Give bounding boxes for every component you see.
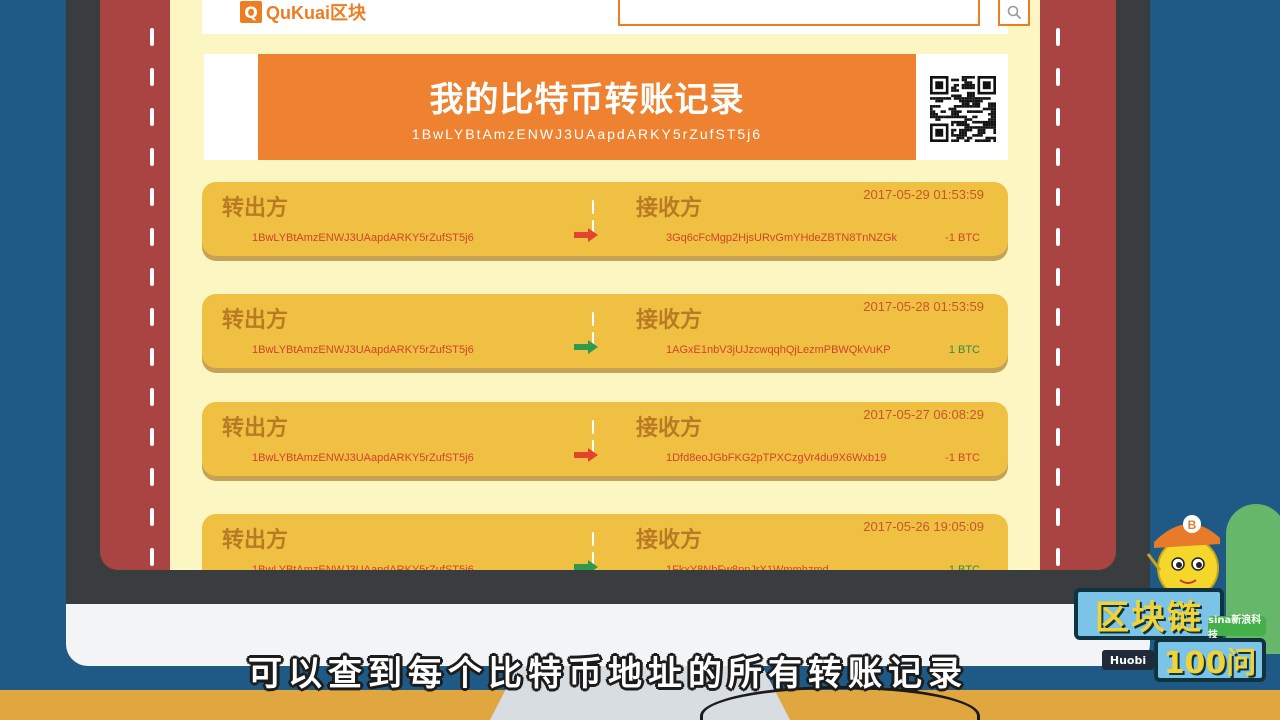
arrow-right-out-icon bbox=[574, 448, 598, 462]
arrow-right-in-icon bbox=[574, 560, 598, 570]
road-dash bbox=[1056, 308, 1060, 326]
arrow-right-out-icon bbox=[574, 228, 598, 242]
road-dash bbox=[150, 28, 154, 46]
divider-tick bbox=[592, 200, 594, 214]
road-dash bbox=[1056, 428, 1060, 446]
road-dash bbox=[1056, 148, 1060, 166]
show-logo: 区块链 sina新浪科技 Huobi 100问 bbox=[1074, 588, 1266, 686]
monitor-screen: Q QuKuai区块 我的比特币转账记录 1BwLYBtAmzENWJ3UAap… bbox=[100, 0, 1116, 570]
receiver-label: 接收方 bbox=[636, 416, 703, 441]
receiver-label: 接收方 bbox=[636, 528, 703, 553]
site-header: Q QuKuai区块 bbox=[202, 0, 1030, 34]
receiver-label: 接收方 bbox=[636, 308, 703, 333]
road-dash bbox=[150, 548, 154, 566]
road-dash bbox=[1056, 188, 1060, 206]
road-dash bbox=[150, 508, 154, 526]
sender-address[interactable]: 1BwLYBtAmzENWJ3UAapdARKY5rZufST5j6 bbox=[252, 564, 474, 570]
transaction-amount: -1 BTC bbox=[945, 232, 980, 244]
road-dash bbox=[150, 308, 154, 326]
monitor-bezel-bottom bbox=[66, 572, 1150, 604]
road-dash bbox=[1056, 548, 1060, 566]
road-dash bbox=[150, 148, 154, 166]
road-dash bbox=[1056, 68, 1060, 86]
receiver-address[interactable]: 3Gq6cFcMgp2HjsURvGmYHdeZBTN8TnNZGk bbox=[666, 232, 897, 244]
banner-panel: 我的比特币转账记录 1BwLYBtAmzENWJ3UAapdARKY5rZufS… bbox=[258, 54, 916, 160]
transaction-time: 2017-05-29 01:53:59 bbox=[863, 187, 984, 202]
page-title: 我的比特币转账记录 bbox=[429, 80, 745, 120]
road-dash bbox=[150, 188, 154, 206]
road-dash bbox=[150, 388, 154, 406]
transaction-time: 2017-05-28 01:53:59 bbox=[863, 299, 984, 314]
transaction-card[interactable]: 转出方 接收方 2017-05-26 19:05:09 1BwLYBtAmzENWJ3… bbox=[202, 514, 1008, 570]
road-dash bbox=[1056, 348, 1060, 366]
logo-text: QuKuai区块 bbox=[266, 3, 367, 23]
sender-label: 转出方 bbox=[222, 196, 289, 221]
wallet-address: 1BwLYBtAmzENWJ3UAapdARKY5rZufST5j6 bbox=[411, 126, 763, 142]
divider-tick bbox=[592, 532, 594, 546]
divider-tick bbox=[592, 420, 594, 434]
search-input[interactable] bbox=[618, 0, 980, 26]
arrow-right-in-icon bbox=[574, 340, 598, 354]
road-dash bbox=[1056, 28, 1060, 46]
road-dash bbox=[1056, 268, 1060, 286]
transaction-amount: 1 BTC bbox=[948, 344, 980, 356]
transaction-time: 2017-05-26 19:05:09 bbox=[863, 519, 984, 534]
transaction-card[interactable]: 转出方 接收方 2017-05-29 01:53:59 1BwLYBtAmzENWJ3… bbox=[202, 182, 1008, 256]
road-dash bbox=[150, 428, 154, 446]
sender-address[interactable]: 1BwLYBtAmzENWJ3UAapdARKY5rZufST5j6 bbox=[252, 452, 474, 464]
road-dash bbox=[150, 108, 154, 126]
road-dash bbox=[1056, 108, 1060, 126]
receiver-address[interactable]: 1Dfd8eoJGbFKG2pTPXCzgVr4du9X6Wxb19 bbox=[666, 452, 886, 464]
transaction-amount: -1 BTC bbox=[945, 452, 980, 464]
transaction-amount: 1 BTC bbox=[948, 564, 980, 570]
video-subtitle: 可以查到每个比特币地址的所有转账记录 bbox=[248, 654, 968, 694]
road-dash bbox=[1056, 228, 1060, 246]
site-logo[interactable]: Q QuKuai区块 bbox=[240, 0, 366, 24]
divider-tick bbox=[592, 312, 594, 326]
search-button[interactable] bbox=[998, 0, 1030, 26]
transaction-time: 2017-05-27 06:08:29 bbox=[863, 407, 984, 422]
road-dash bbox=[150, 68, 154, 86]
search-icon bbox=[1007, 5, 1021, 19]
brand-main: 区块链 bbox=[1074, 588, 1224, 640]
sender-address[interactable]: 1BwLYBtAmzENWJ3UAapdARKY5rZufST5j6 bbox=[252, 232, 474, 244]
receiver-label: 接收方 bbox=[636, 196, 703, 221]
road-dash bbox=[150, 468, 154, 486]
sender-label: 转出方 bbox=[222, 308, 289, 333]
huobi-badge: Huobi bbox=[1102, 650, 1154, 670]
sender-label: 转出方 bbox=[222, 528, 289, 553]
qr-code-icon bbox=[930, 76, 996, 142]
logo-mark: Q bbox=[240, 1, 262, 23]
road-dash bbox=[1056, 508, 1060, 526]
road-dash bbox=[1056, 388, 1060, 406]
brand-number: 100问 bbox=[1154, 638, 1266, 682]
sender-address[interactable]: 1BwLYBtAmzENWJ3UAapdARKY5rZufST5j6 bbox=[252, 344, 474, 356]
svg-text:B: B bbox=[1188, 518, 1197, 532]
receiver-address[interactable]: 1AGxE1nbV3jUJzcwqqhQjLezmPBWQkVuKP bbox=[666, 344, 891, 356]
transaction-card[interactable]: 转出方 接收方 2017-05-27 06:08:29 1BwLYBtAmzENWJ3… bbox=[202, 402, 1008, 476]
road-dash bbox=[150, 228, 154, 246]
sina-badge: sina新浪科技 bbox=[1208, 615, 1266, 641]
road-dash bbox=[1056, 468, 1060, 486]
sender-label: 转出方 bbox=[222, 416, 289, 441]
address-banner: 我的比特币转账记录 1BwLYBtAmzENWJ3UAapdARKY5rZufS… bbox=[204, 54, 1008, 160]
transaction-card[interactable]: 转出方 接收方 2017-05-28 01:53:59 1BwLYBtAmzENWJ3… bbox=[202, 294, 1008, 368]
road-dash bbox=[150, 268, 154, 286]
receiver-address[interactable]: 1FkxY8NbFw8pnJrX1Wmmhzmd... bbox=[666, 564, 838, 570]
explorer-page: Q QuKuai区块 我的比特币转账记录 1BwLYBtAmzENWJ3UAap… bbox=[170, 0, 1040, 570]
road-dash bbox=[150, 348, 154, 366]
